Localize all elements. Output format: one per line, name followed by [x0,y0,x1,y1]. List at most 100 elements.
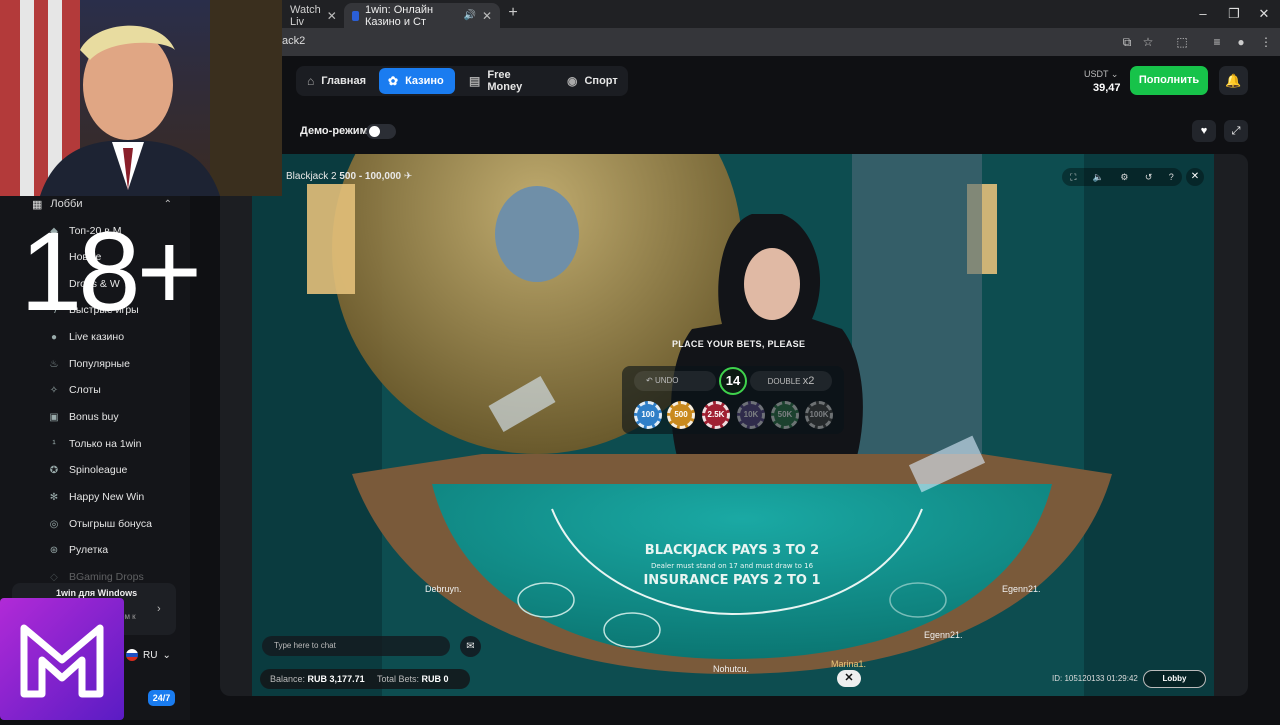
nav-label: Free Money [487,69,523,93]
russia-flag-icon [126,649,138,661]
lobby-button[interactable]: Lobby [1143,670,1206,688]
chip-100k[interactable]: 100K [805,401,833,429]
tab-close-icon[interactable]: ✕ [327,9,337,23]
place-bets-prompt: PLACE YOUR BETS, PLEASE [672,339,806,349]
game-balance-bar: Balance: RUB 3,177.71 Total Bets: RUB 0 [260,669,470,689]
sidebar-item-label: Bonus buy [69,411,119,423]
double-button[interactable]: DOUBLE x2 [750,371,832,391]
new-tab-button[interactable]: + [504,4,522,22]
browser-tab-1win[interactable]: 1win: Онлайн Казино и Ст 🔊 ✕ [344,3,500,28]
currency-selector[interactable]: USDT ⌄ [1084,69,1118,80]
nav-free-money[interactable]: ▤ Free Money [460,68,556,94]
help-icon[interactable]: ? [1169,172,1174,182]
menu-kebab-icon[interactable]: ⋮ [1257,33,1275,51]
bookmark-star-icon[interactable]: ☆ [1139,33,1157,51]
url-text[interactable]: ack2 [282,35,305,47]
sidebar-item-label: Отыгрыш бонуса [69,518,152,530]
chip-500[interactable]: 500 [667,401,695,429]
sidebar-item-1win-only[interactable]: ¹ Только на 1win [48,436,141,452]
gift-icon: ▣ [49,411,59,423]
seat-player-name: Marina1. [831,659,867,669]
demo-mode-toggle[interactable] [366,124,396,139]
1win-logo-icon: ¹ [52,438,56,450]
streamer-webcam-photo [0,0,282,196]
nav-casino[interactable]: ✿ Казино [379,68,455,94]
history-icon[interactable]: ↺ [1145,172,1153,183]
sidebar-item-happy-new-win[interactable]: ✻ Happy New Win [48,489,144,505]
close-window-button[interactable]: ✕ [1249,4,1279,24]
fullscreen-icon[interactable]: ⤢ [1224,120,1248,142]
pin-icon[interactable]: ✈ [404,171,412,182]
currency-label: USDT [1084,69,1109,79]
sidebar-item-slots[interactable]: ✧ Слоты [48,382,101,398]
browser-tab-watch-live[interactable]: Watch Liv ✕ [282,3,342,28]
chip-10k[interactable]: 10K [737,401,765,429]
seat-player-name: Egenn21. [1002,584,1041,594]
total-bets-value: RUB 0 [421,674,449,684]
bet-timer: 14 [719,367,747,395]
seat-player-name: Egenn21. [924,630,963,640]
sidebar-item-popular[interactable]: ♨ Популярные [48,356,130,372]
casino-chip-icon: ✿ [388,74,399,88]
balance-label: Balance: [270,674,306,684]
chevron-down-icon: ⌄ [162,649,171,661]
chevron-up-icon: ⌃ [163,198,172,210]
deposit-button[interactable]: Пополнить [1130,66,1208,95]
game-close-icon[interactable]: ✕ [1186,168,1204,186]
settings-gear-icon[interactable]: ⚙ [1120,172,1128,183]
table-text-dealer-rule: Dealer must stand on 17 and must draw to… [651,562,814,570]
extensions-icon[interactable]: ⬚ [1173,33,1191,51]
sidebar-item-bonus-wagering[interactable]: ◎ Отыгрыш бонуса [48,516,152,532]
sidebar-item-bonus-buy[interactable]: ▣ Bonus buy [48,409,119,425]
sidebar-item-label: Только на 1win [69,438,142,450]
sidebar-item-roulette[interactable]: ⊛ Рулетка [48,542,108,558]
tab-close-icon[interactable]: ✕ [482,9,492,23]
expand-icon[interactable]: ⛶ [1070,172,1076,183]
chat-bubble-icon[interactable]: ✉ [460,636,481,657]
sidebar-item-label: Spinoleague [69,464,128,476]
chevron-right-icon[interactable]: › [157,603,161,615]
table-limits: 500 - 100,000 [339,171,402,182]
sidebar-item-label: Популярные [69,358,130,370]
game-controls: ⛶ 🔈 ⚙ ↺ ? [1062,168,1182,186]
language-selector[interactable]: RU ⌄ [126,646,178,664]
restore-button[interactable]: ❐ [1219,4,1249,24]
chat-input[interactable]: Type here to chat [262,636,450,656]
media-icon[interactable]: ≡ [1208,33,1226,51]
language-label: RU [143,649,158,661]
sidebar-item-spinoleague[interactable]: ✪ Spinoleague [48,462,128,478]
nav-home[interactable]: ⌂ Главная [298,68,376,94]
drops-icon: ◇ [50,571,58,583]
chip-2-5k[interactable]: 2.5K [702,401,730,429]
streamer-logo-icon [0,598,124,720]
chip-100[interactable]: 100 [634,401,662,429]
favorite-heart-icon[interactable]: ♥ [1192,120,1216,142]
seat-player-name: Debruyn. [425,584,462,594]
balance-value: RUB 3,177.71 [307,674,365,684]
demo-mode-label: Демо-режим [300,125,368,137]
game-title: Blackjack 2 500 - 100,000 ✈ [286,171,412,182]
minimize-button[interactable]: – [1188,4,1218,24]
table-name: Blackjack 2 [286,171,337,182]
nav-label: Казино [405,75,444,87]
age-rating-overlay: 18+ [20,209,202,334]
profile-avatar-icon[interactable]: ● [1232,33,1250,51]
sidebar-item-label: BGaming Drops [69,571,144,583]
chip-50k[interactable]: 50K [771,401,799,429]
nav-sport[interactable]: ◉ Спорт [558,68,626,94]
undo-button[interactable]: ↶ UNDO [634,371,716,391]
sidebar-item-label: Happy New Win [69,491,145,503]
nav-label: Главная [321,75,366,87]
support-badge[interactable]: 24/7 [148,690,175,706]
sparkle-icon: ✧ [49,384,59,396]
volume-icon[interactable]: 🔈 [1093,172,1104,183]
person-photo [0,0,282,196]
notifications-bell-icon[interactable]: 🔔 [1219,66,1248,95]
sidebar-item-label: Слоты [69,384,101,396]
double-label: DOUBLE [767,377,801,386]
double-multiplier: x2 [802,375,815,387]
seat-player-name: Nohutcu. [713,664,750,674]
roulette-icon: ⊛ [49,544,59,556]
cast-icon[interactable]: ⧉ [1118,33,1136,51]
close-icon[interactable]: ✕ [837,670,861,687]
